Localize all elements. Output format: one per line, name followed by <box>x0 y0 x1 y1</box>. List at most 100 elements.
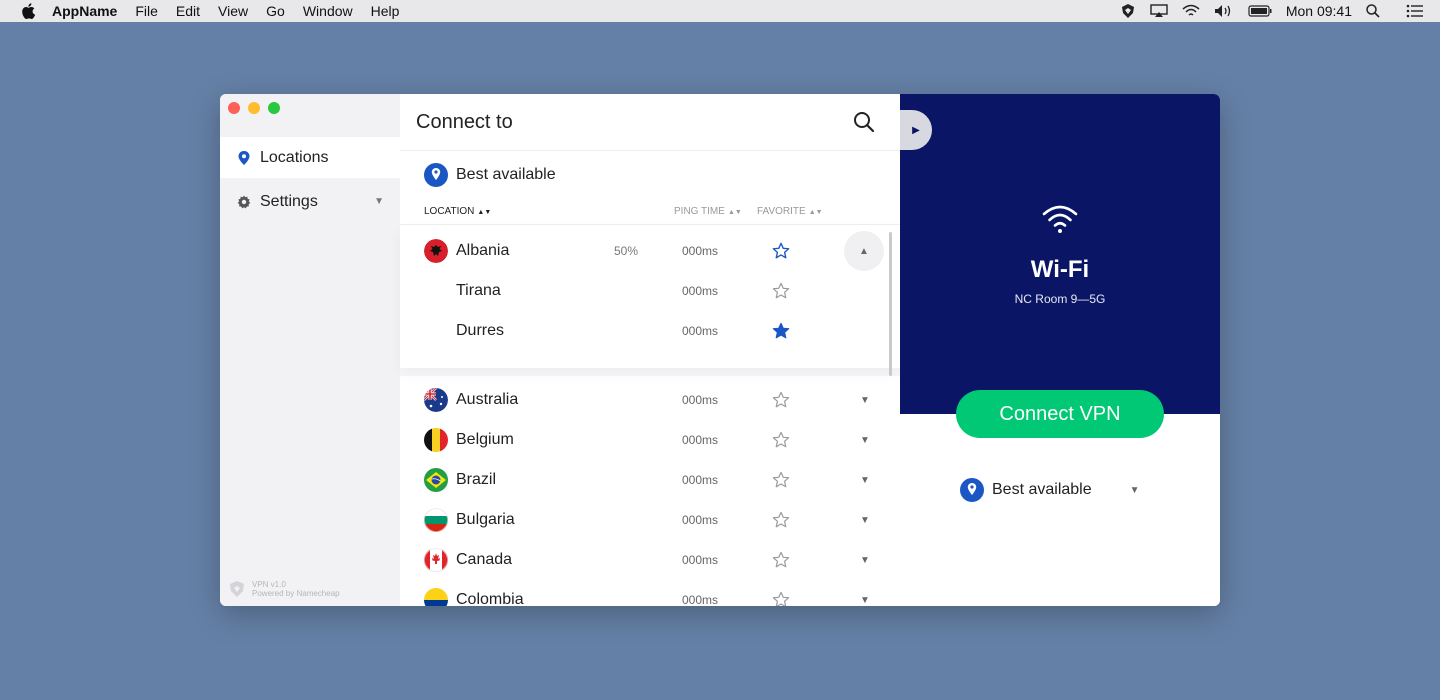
connect-vpn-button[interactable]: Connect VPN <box>956 390 1164 438</box>
ping-time: 000ms <box>682 244 719 258</box>
location-list: Albania 50% 000ms ▲ Tirana 000ms Durres … <box>400 225 900 606</box>
star-outline-icon[interactable] <box>772 391 790 409</box>
bulgaria-flag-icon <box>424 508 448 532</box>
window-controls <box>228 102 280 114</box>
gear-icon <box>236 194 252 210</box>
city-name: Tirana <box>456 282 501 299</box>
airplay-icon[interactable] <box>1150 4 1168 18</box>
ping-time: 000ms <box>682 513 719 527</box>
panel-toggle-button[interactable]: ▶ <box>900 110 932 150</box>
location-selector[interactable]: Best available ▼ <box>960 478 1140 502</box>
expanded-country-group: Albania 50% 000ms ▲ Tirana 000ms Durres … <box>400 225 900 368</box>
volume-icon[interactable] <box>1214 4 1234 18</box>
apple-icon[interactable] <box>20 3 36 19</box>
belgium-flag-icon <box>424 428 448 452</box>
app-version: VPN v1.0 <box>252 580 286 589</box>
best-available-label: Best available <box>456 166 556 183</box>
chevron-down-icon[interactable]: ▼ <box>1130 485 1140 496</box>
status-area: Mon 09:41 <box>1120 3 1424 19</box>
location-pin-icon <box>424 163 448 187</box>
star-outline-icon[interactable] <box>772 471 790 489</box>
locations-list-pane: Connect to Best available LOCATION ▲▼ PIN… <box>400 94 900 606</box>
menu-window[interactable]: Window <box>303 3 353 19</box>
sidebar-nav: Locations Settings ▼ <box>220 137 400 225</box>
country-row-colombia[interactable]: Colombia 000ms ▼ <box>400 580 900 606</box>
column-favorite[interactable]: FAVORITE ▲▼ <box>757 206 823 217</box>
chevron-down-icon[interactable]: ▼ <box>860 555 870 566</box>
star-outline-icon[interactable] <box>772 431 790 449</box>
zoom-window-button[interactable] <box>268 102 280 114</box>
sidebar-item-settings[interactable]: Settings ▼ <box>220 181 400 222</box>
country-name: Albania <box>456 242 510 259</box>
sidebar-item-locations[interactable]: Locations <box>220 137 400 178</box>
chevron-down-icon[interactable]: ▼ <box>860 395 870 406</box>
menu-go[interactable]: Go <box>266 3 285 19</box>
vpn-status-icon[interactable] <box>1120 3 1136 19</box>
chevron-down-icon[interactable]: ▼ <box>860 595 870 606</box>
star-outline-icon[interactable] <box>772 511 790 529</box>
spotlight-icon[interactable] <box>1366 4 1380 18</box>
chevron-down-icon[interactable]: ▼ <box>860 515 870 526</box>
albania-flag-icon <box>424 239 448 263</box>
column-location[interactable]: LOCATION ▲▼ <box>424 206 491 217</box>
ping-time: 000ms <box>682 553 719 567</box>
country-row-albania[interactable]: Albania 50% 000ms ▲ <box>400 231 900 271</box>
chevron-down-icon[interactable]: ▼ <box>860 475 870 486</box>
network-name: Wi-Fi <box>1030 256 1090 283</box>
star-outline-icon[interactable] <box>772 591 790 606</box>
page-title: Connect to <box>416 110 513 133</box>
country-row-brazil[interactable]: Brazil 000ms ▼ <box>400 460 900 500</box>
star-filled-icon[interactable] <box>772 322 790 340</box>
ping-time: 000ms <box>682 393 719 407</box>
search-icon[interactable] <box>852 110 876 134</box>
column-ping[interactable]: PING TIME ▲▼ <box>674 206 742 217</box>
network-status-area: ▶ Wi-Fi NC Room 9—5G <box>900 94 1220 414</box>
sidebar: Locations Settings ▼ VPN v1.0 Powered by… <box>220 94 400 606</box>
close-window-button[interactable] <box>228 102 240 114</box>
ping-time: 000ms <box>682 593 719 606</box>
notification-center-icon[interactable] <box>1406 4 1424 18</box>
sort-icon: ▲▼ <box>477 209 492 216</box>
ping-time: 000ms <box>682 284 719 298</box>
battery-icon[interactable] <box>1248 5 1272 17</box>
wifi-status-icon[interactable] <box>1182 4 1200 18</box>
country-name: Colombia <box>456 591 524 606</box>
australia-flag-icon <box>424 388 448 412</box>
powered-by: Powered by Namecheap <box>252 589 340 598</box>
country-row-belgium[interactable]: Belgium 000ms ▼ <box>400 420 900 460</box>
menu-help[interactable]: Help <box>371 3 400 19</box>
network-ssid: NC Room 9—5G <box>1014 292 1106 306</box>
minimize-window-button[interactable] <box>248 102 260 114</box>
chevron-down-icon[interactable]: ▼ <box>860 435 870 446</box>
collapse-button[interactable]: ▲ <box>844 231 884 271</box>
menu-view[interactable]: View <box>218 3 248 19</box>
country-name: Belgium <box>456 431 514 448</box>
clock[interactable]: Mon 09:41 <box>1286 3 1352 19</box>
sort-icon: ▲▼ <box>808 209 823 216</box>
wifi-icon <box>1042 205 1078 233</box>
chevron-up-icon: ▲ <box>859 245 869 257</box>
ping-time: 000ms <box>682 473 719 487</box>
brazil-flag-icon <box>424 468 448 492</box>
best-available-row[interactable]: Best available <box>400 151 900 199</box>
country-row-australia[interactable]: Australia 000ms ▼ <box>400 380 900 420</box>
country-row-bulgaria[interactable]: Bulgaria 000ms ▼ <box>400 500 900 540</box>
star-outline-icon[interactable] <box>772 551 790 569</box>
list-scrollbar[interactable] <box>889 232 892 376</box>
city-row-durres[interactable]: Durres 000ms <box>400 311 900 351</box>
location-pin-icon <box>960 478 984 502</box>
country-row-canada[interactable]: Canada 000ms ▼ <box>400 540 900 580</box>
menu-file[interactable]: File <box>135 3 158 19</box>
app-window: Locations Settings ▼ VPN v1.0 Powered by… <box>220 94 1220 606</box>
app-menu[interactable]: AppName <box>52 3 117 19</box>
menu-bar: AppName File Edit View Go Window Help Mo… <box>0 0 1440 22</box>
chevron-down-icon[interactable]: ▼ <box>374 196 384 207</box>
colombia-flag-icon <box>424 588 448 606</box>
canada-flag-icon <box>424 548 448 572</box>
menu-edit[interactable]: Edit <box>176 3 200 19</box>
star-outline-icon[interactable] <box>772 242 790 260</box>
star-outline-icon[interactable] <box>772 282 790 300</box>
ping-time: 000ms <box>682 324 719 338</box>
city-row-tirana[interactable]: Tirana 000ms <box>400 271 900 311</box>
ping-time: 000ms <box>682 433 719 447</box>
